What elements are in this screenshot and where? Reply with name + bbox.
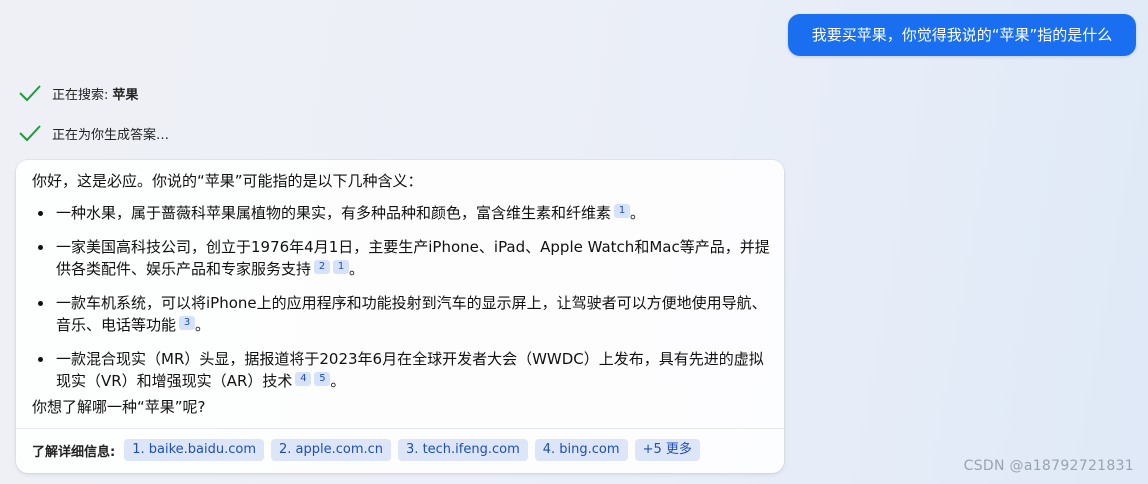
source-link-chip[interactable]: 2. apple.com.cn <box>270 439 392 461</box>
citation-badge[interactable]: 5 <box>314 372 331 386</box>
answer-card: 你好，这是必应。你说的“苹果”可能指的是以下几种含义： 一种水果，属于蔷薇科苹果… <box>16 160 784 473</box>
user-message-bubble: 我要买苹果，你觉得我说的“苹果”指的是什么 <box>788 14 1136 56</box>
list-item-end: 。 <box>330 372 346 390</box>
list-item: 一款车机系统，可以将iPhone上的应用程序和功能投射到汽车的显示屏上，让驾驶者… <box>32 292 772 336</box>
status-search-term: 苹果 <box>112 87 139 103</box>
list-item-end: 。 <box>349 260 365 278</box>
status-generating: 正在为你生成答案… <box>18 122 169 144</box>
source-link-chip[interactable]: 4. bing.com <box>534 439 628 461</box>
status-generating-label: 正在为你生成答案… <box>52 127 170 143</box>
more-sources-chip[interactable]: +5 更多 <box>634 439 700 461</box>
citation-badge[interactable]: 4 <box>295 372 312 386</box>
checkmark-icon <box>19 125 41 142</box>
list-item-end: 。 <box>630 204 646 222</box>
list-item-text: 一家美国高科技公司，创立于1976年4月1日，主要生产iPhone、iPad、A… <box>56 238 770 278</box>
checkmark-icon <box>19 85 41 102</box>
citation-badge[interactable]: 2 <box>314 260 331 274</box>
list-item: 一家美国高科技公司，创立于1976年4月1日，主要生产iPhone、iPad、A… <box>32 236 772 280</box>
learn-more-bar: 了解详细信息: 1. baike.baidu.com 2. apple.com.… <box>32 439 700 461</box>
list-item-text: 一种水果，属于蔷薇科苹果属植物的果实，有多种品种和颜色，富含维生素和纤维素 <box>56 204 612 222</box>
status-searching-label: 正在搜索: <box>52 87 109 103</box>
list-item: 一款混合现实（MR）头显，据报道将于2023年6月在全球开发者大会（WWDC）上… <box>32 348 772 392</box>
watermark: CSDN @a18792721831 <box>963 458 1134 474</box>
list-item-text: 一款混合现实（MR）头显，据报道将于2023年6月在全球开发者大会（WWDC）上… <box>56 350 764 390</box>
citation-badge[interactable]: 1 <box>614 204 631 218</box>
list-item-end: 。 <box>195 316 211 334</box>
answer-intro: 你好，这是必应。你说的“苹果”可能指的是以下几种含义： <box>32 172 423 190</box>
citation-badge[interactable]: 3 <box>179 316 196 330</box>
list-item: 一种水果，属于蔷薇科苹果属植物的果实，有多种品种和颜色，富含维生素和纤维素 1。 <box>32 202 772 224</box>
divider <box>16 428 784 429</box>
answer-list: 一种水果，属于蔷薇科苹果属植物的果实，有多种品种和颜色，富含维生素和纤维素 1。 … <box>32 202 772 404</box>
source-link-chip[interactable]: 3. tech.ifeng.com <box>398 439 528 461</box>
citation-badge[interactable]: 1 <box>333 260 350 274</box>
source-link-chip[interactable]: 1. baike.baidu.com <box>124 439 264 461</box>
user-message-text: 我要买苹果，你觉得我说的“苹果”指的是什么 <box>811 26 1113 44</box>
status-searching: 正在搜索: 苹果 <box>18 82 138 104</box>
list-item-text: 一款车机系统，可以将iPhone上的应用程序和功能投射到汽车的显示屏上，让驾驶者… <box>56 294 767 334</box>
learn-more-label: 了解详细信息: <box>32 444 116 460</box>
answer-outro: 你想了解哪一种“苹果”呢? <box>32 398 206 416</box>
